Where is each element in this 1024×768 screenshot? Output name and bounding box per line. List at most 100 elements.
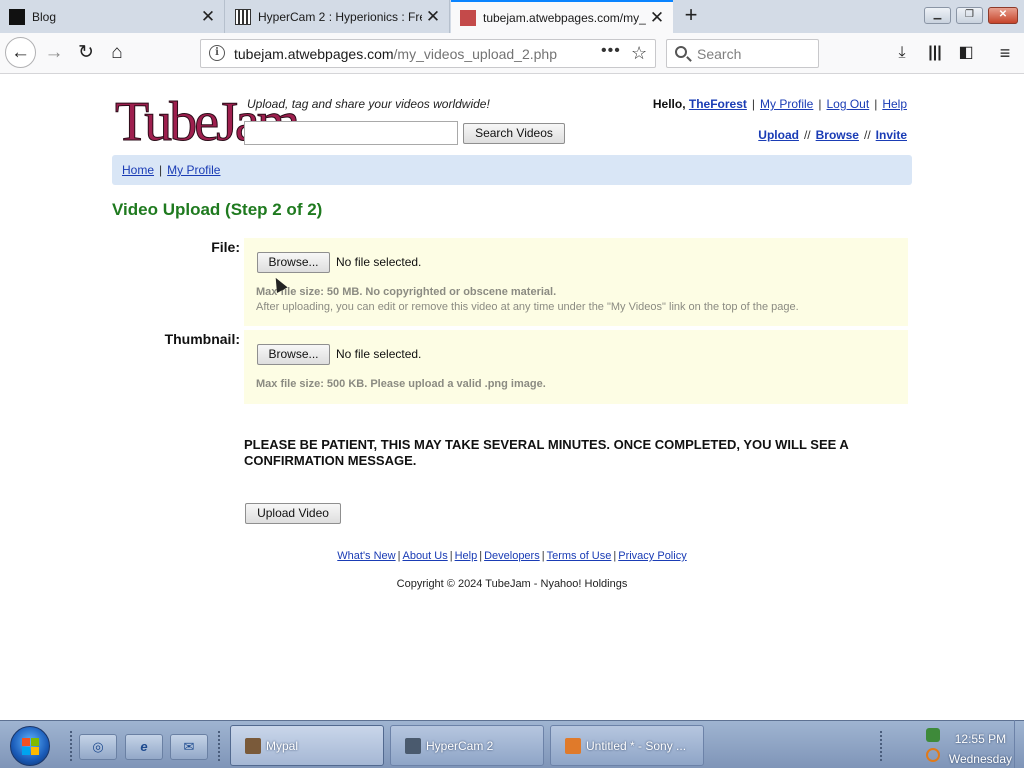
separator: | [449, 550, 453, 562]
system-tray: 12:55 PM Wednesday [920, 723, 1024, 767]
separator: | [541, 550, 545, 562]
tray-search-icon[interactable] [926, 748, 940, 762]
quicklaunch-browser-icon[interactable]: ◎ [79, 734, 117, 760]
search-box[interactable]: Search [666, 39, 819, 68]
file-label: File: [211, 239, 240, 255]
toolbar-grip[interactable] [880, 731, 884, 761]
breadcrumb-profile-link[interactable]: My Profile [167, 163, 220, 177]
taskbar-button-sony[interactable]: Untitled * - Sony ... [550, 725, 704, 766]
clock-day: Wednesday [948, 752, 1012, 766]
copyright: Copyright © 2024 TubeJam - Nyahoo! Holdi… [396, 578, 628, 590]
clock[interactable]: 12:55 PM Wednesday [949, 729, 1012, 768]
browse-link[interactable]: Browse [816, 128, 859, 142]
tray-network-icon[interactable] [926, 728, 940, 742]
more-actions-icon[interactable]: ••• [601, 42, 621, 60]
close-icon[interactable]: ✕ [422, 7, 444, 27]
windows-logo-icon [22, 738, 40, 756]
upload-link[interactable]: Upload [758, 128, 799, 142]
bookmark-star-icon[interactable]: ☆ [631, 43, 647, 64]
tab-title: HyperCam 2 : Hyperionics : Fre [258, 9, 422, 24]
action-links: Upload // Browse // Invite [758, 128, 907, 142]
taskbar-button-label: Untitled * - Sony ... [586, 738, 687, 753]
footer-link-privacy[interactable]: Privacy Policy [618, 550, 686, 562]
reload-icon[interactable]: ↻ [71, 39, 101, 67]
separator: // [803, 128, 811, 142]
new-tab-icon[interactable]: + [680, 4, 702, 28]
user-bar: Hello, TheForest | My Profile | Log Out | Help [653, 97, 907, 111]
search-videos-button[interactable]: Search Videos [463, 123, 565, 144]
footer-link-help[interactable]: Help [455, 550, 478, 562]
footer-link-developers[interactable]: Developers [484, 550, 540, 562]
address-bar[interactable]: i tubejam.atwebpages.com/my_videos_uploa… [200, 39, 656, 68]
tab-title: Blog [32, 9, 57, 24]
taskbar-button-label: HyperCam 2 [426, 738, 494, 753]
quicklaunch-ie-icon[interactable]: e [125, 734, 163, 760]
tubejam-favicon-icon [460, 9, 476, 26]
window-close-icon[interactable]: ✕ [988, 7, 1018, 24]
file-browse-button[interactable]: Browse... [257, 252, 330, 273]
separator: | [818, 97, 822, 111]
my-profile-link[interactable]: My Profile [760, 97, 813, 111]
close-icon[interactable]: ✕ [197, 7, 219, 27]
desktop-screen: Blog ✕ HyperCam 2 : Hyperionics : Fre ✕ … [0, 0, 1024, 768]
footer-links: What's New | About Us | Help | Developers | Term… [0, 550, 1024, 562]
breadcrumb-bar: Home | My Profile [112, 155, 912, 185]
search-placeholder: Search [697, 46, 742, 62]
taskbar-button-label: Mypal [266, 738, 299, 753]
page-title: Video Upload (Step 2 of 2) [112, 200, 323, 219]
tab-tubejam[interactable]: tubejam.atwebpages.com/my_ ✕ [451, 0, 673, 33]
web-page: TubeJam Upload, tag and share your video… [0, 74, 1024, 720]
separator: | [874, 97, 878, 111]
thumbnail-size-note: Max file size: 500 KB. Please upload a v… [256, 378, 546, 390]
pillar-icon [235, 8, 251, 25]
thumbnail-panel: Browse... No file selected. Max file siz… [244, 330, 908, 404]
tab-hypercam[interactable]: HyperCam 2 : Hyperionics : Fre ✕ [226, 0, 450, 33]
close-icon[interactable]: ✕ [646, 8, 668, 28]
username-link[interactable]: TheForest [689, 97, 747, 111]
url-text: tubejam.atwebpages.com/my_videos_upload_… [234, 46, 557, 62]
menu-icon[interactable]: ≡ [993, 41, 1017, 65]
terminal-icon [9, 8, 25, 25]
upload-video-button[interactable]: Upload Video [245, 503, 341, 524]
thumbnail-label: Thumbnail: [164, 331, 240, 347]
navigation-toolbar: ← → ↻ ⌂ i tubejam.atwebpages.com/my_vide… [0, 33, 1024, 74]
separator: | [397, 550, 401, 562]
video-search-input[interactable] [244, 121, 458, 145]
help-link[interactable]: Help [882, 97, 907, 111]
patience-notice: PLEASE BE PATIENT, THIS MAY TAKE SEVERAL… [244, 437, 849, 468]
thumbnail-browse-button[interactable]: Browse... [257, 344, 330, 365]
tab-blog[interactable]: Blog ✕ [0, 0, 225, 33]
restore-icon[interactable]: ❐ [956, 7, 983, 24]
download-icon[interactable]: ⤓ [890, 41, 914, 65]
url-host: tubejam.atwebpages.com [234, 46, 394, 62]
start-button[interactable] [10, 726, 50, 766]
forward-arrow-icon[interactable]: → [39, 39, 69, 67]
footer-link-about[interactable]: About Us [402, 550, 447, 562]
url-path: /my_videos_upload_2.php [393, 46, 558, 62]
show-desktop-button[interactable] [1014, 720, 1024, 768]
library-icon[interactable]: ||| [923, 41, 947, 65]
breadcrumb-home-link[interactable]: Home [122, 163, 154, 177]
log-out-link[interactable]: Log Out [826, 97, 869, 111]
toolbar-grip[interactable] [70, 731, 74, 761]
separator: | [159, 163, 163, 177]
footer-link-whats-new[interactable]: What's New [337, 550, 395, 562]
greeting: Hello, [652, 97, 686, 111]
minimize-icon[interactable]: ▁ [924, 7, 951, 24]
toolbar-grip[interactable] [218, 731, 222, 761]
home-icon[interactable]: ⌂ [102, 39, 132, 67]
separator: | [613, 550, 617, 562]
thumbnail-status: No file selected. [336, 347, 422, 361]
invite-link[interactable]: Invite [876, 128, 907, 142]
separator: // [863, 128, 871, 142]
taskbar-button-mypal[interactable]: Mypal [230, 725, 384, 766]
breadcrumb: Home | My Profile [122, 163, 220, 177]
taskbar-button-hypercam[interactable]: HyperCam 2 [390, 725, 544, 766]
sidebar-icon[interactable]: ◧ [954, 41, 978, 65]
footer-link-terms[interactable]: Terms of Use [547, 550, 612, 562]
file-edit-note: After uploading, you can edit or remove … [256, 301, 799, 313]
quicklaunch-mail-icon[interactable]: ✉ [170, 734, 208, 760]
mypal-icon [245, 737, 261, 754]
page-info-icon[interactable]: i [209, 45, 225, 61]
back-arrow-icon[interactable]: ← [5, 37, 36, 68]
